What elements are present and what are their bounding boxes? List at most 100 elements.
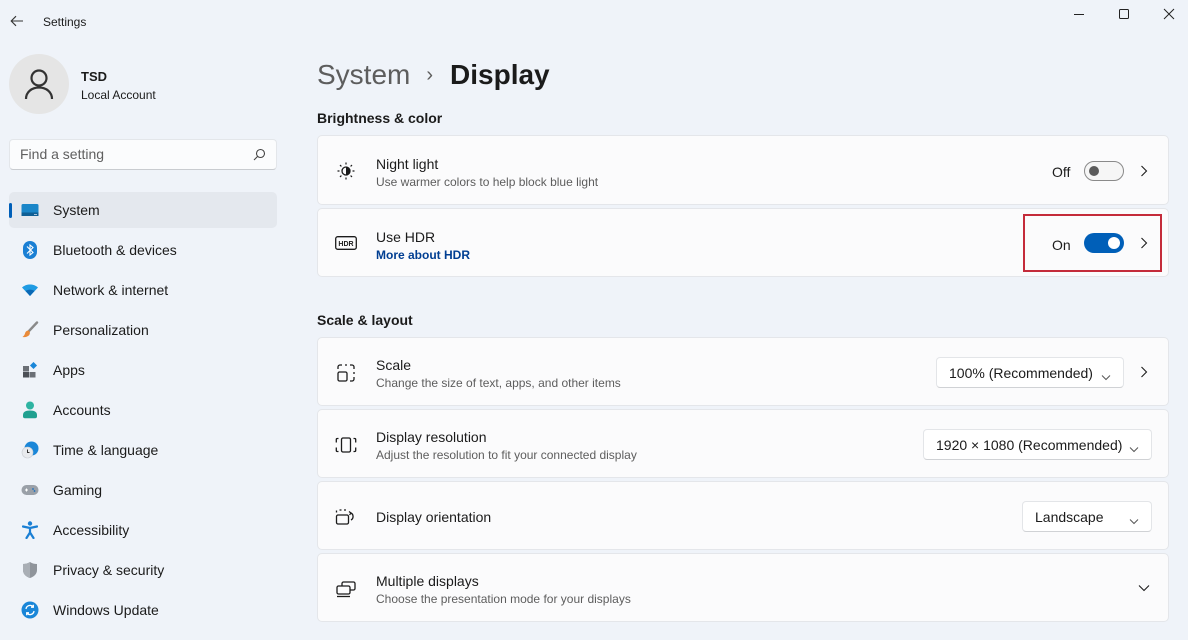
resolution-dropdown[interactable]: 1920 × 1080 (Recommended) (923, 429, 1152, 460)
svg-text:HDR: HDR (338, 241, 353, 248)
toggle-knob (1108, 237, 1120, 249)
maximize-button[interactable] (1101, 0, 1147, 28)
maximize-icon (1119, 9, 1129, 19)
multiple-displays-title: Multiple displays (376, 573, 479, 589)
back-arrow-icon (10, 15, 23, 27)
sidebar-item-label: Gaming (53, 482, 103, 498)
scale-title: Scale (376, 357, 412, 373)
resolution-title: Display resolution (376, 429, 487, 445)
hdr-toggle[interactable] (1084, 233, 1124, 253)
title-bar: Settings (0, 0, 1188, 42)
sidebar-item-windows-update[interactable]: Windows Update (9, 592, 277, 628)
multiple-displays-subtitle: Choose the presentation mode for your di… (376, 592, 631, 606)
sidebar-item-accounts[interactable]: Accounts (9, 392, 277, 428)
toggle-knob (1089, 166, 1099, 176)
breadcrumb: System › Display (317, 55, 550, 95)
scale-dropdown[interactable]: 100% (Recommended) (936, 357, 1124, 388)
sidebar-item-network[interactable]: Network & internet (9, 272, 277, 308)
sidebar-item-label: Apps (53, 362, 85, 378)
night-light-subtitle: Use warmer colors to help block blue lig… (376, 175, 599, 189)
page-title: Display (450, 59, 550, 90)
breadcrumb-parent[interactable]: System (317, 59, 410, 91)
hdr-state: On (1052, 237, 1071, 253)
person-outline-icon (24, 69, 54, 100)
sidebar-item-label: Time & language (53, 442, 159, 458)
monitor-icon (21, 201, 39, 219)
app-title: Settings (43, 15, 87, 29)
sidebar-item-label: Network & internet (53, 282, 169, 298)
apps-icon (21, 361, 39, 379)
sidebar-item-label: Personalization (53, 322, 149, 338)
scale-subtitle: Change the size of text, apps, and other… (376, 376, 621, 390)
sidebar-item-apps[interactable]: Apps (9, 352, 277, 388)
gamepad-icon (21, 481, 39, 499)
search-input[interactable] (20, 146, 240, 162)
resolution-subtitle: Adjust the resolution to fit your connec… (376, 448, 637, 462)
orientation-dropdown[interactable]: Landscape (1022, 501, 1152, 532)
chevron-right-icon[interactable] (1136, 163, 1152, 179)
chevron-right-icon[interactable] (1136, 235, 1152, 251)
close-button[interactable] (1146, 0, 1188, 28)
account-type: Local Account (81, 88, 156, 102)
sidebar-item-system[interactable]: System (9, 192, 277, 228)
sidebar-item-personalization[interactable]: Personalization (9, 312, 277, 348)
sidebar-item-accessibility[interactable]: Accessibility (9, 512, 277, 548)
resolution-value: 1920 × 1080 (Recommended) (936, 437, 1123, 453)
avatar[interactable] (9, 54, 69, 114)
chevron-down-icon (1129, 512, 1139, 528)
minimize-button[interactable] (1056, 0, 1102, 28)
chevron-down-icon (1129, 440, 1139, 456)
sidebar-item-privacy[interactable]: Privacy & security (9, 552, 277, 588)
section-title-scale-layout: Scale & layout (317, 312, 413, 328)
close-icon (1163, 8, 1175, 20)
sidebar-item-time-language[interactable]: Time & language (9, 432, 277, 468)
night-light-state: Off (1052, 164, 1071, 180)
sidebar-item-gaming[interactable]: Gaming (9, 472, 277, 508)
person-icon (21, 401, 39, 419)
sidebar-nav: System Bluetooth & devices Network & int… (9, 192, 277, 632)
clock-globe-icon (21, 441, 39, 459)
night-light-toggle[interactable] (1084, 161, 1124, 181)
paintbrush-icon (21, 321, 39, 339)
sidebar-item-label: System (53, 202, 100, 218)
wifi-icon (21, 281, 39, 299)
orientation-title: Display orientation (376, 509, 492, 525)
scale-icon (335, 362, 357, 384)
more-about-hdr-link[interactable]: More about HDR (376, 248, 470, 262)
chevron-down-icon[interactable] (1136, 580, 1152, 596)
hdr-title: Use HDR (376, 229, 436, 245)
resolution-icon (335, 434, 357, 456)
sidebar-item-label: Bluetooth & devices (53, 242, 177, 258)
chevron-right-icon[interactable] (1136, 364, 1152, 380)
multiple-displays-icon (335, 578, 357, 600)
shield-icon (21, 561, 39, 579)
night-light-icon (335, 160, 357, 182)
section-title-brightness: Brightness & color (317, 110, 443, 126)
orientation-icon (335, 506, 357, 528)
bluetooth-icon (21, 241, 39, 259)
user-name: TSD (81, 69, 107, 84)
sidebar-item-label: Privacy & security (53, 562, 165, 578)
display-orientation-card: Display orientation Landscape (317, 481, 1169, 550)
search-icon[interactable] (253, 148, 266, 166)
minimize-icon (1074, 14, 1084, 15)
night-light-title: Night light (376, 156, 439, 172)
breadcrumb-separator: › (426, 63, 434, 86)
scale-value: 100% (Recommended) (949, 365, 1093, 381)
sidebar-item-label: Accounts (53, 402, 111, 418)
sidebar-item-bluetooth[interactable]: Bluetooth & devices (9, 232, 277, 268)
orientation-value: Landscape (1035, 509, 1104, 525)
update-icon (21, 601, 39, 619)
night-light-card[interactable]: Night light Use warmer colors to help bl… (317, 135, 1169, 205)
chevron-down-icon (1101, 368, 1111, 384)
hdr-icon: HDR (335, 232, 357, 254)
accessibility-icon (21, 521, 39, 539)
display-resolution-card: Display resolution Adjust the resolution… (317, 409, 1169, 478)
hdr-card[interactable]: HDR Use HDR More about HDR On (317, 208, 1169, 277)
multiple-displays-card[interactable]: Multiple displays Choose the presentatio… (317, 553, 1169, 622)
back-button[interactable] (6, 8, 28, 34)
scale-card[interactable]: Scale Change the size of text, apps, and… (317, 337, 1169, 406)
sidebar-item-label: Accessibility (53, 522, 130, 538)
sidebar-item-label: Windows Update (53, 602, 159, 618)
search-box[interactable] (9, 139, 277, 170)
